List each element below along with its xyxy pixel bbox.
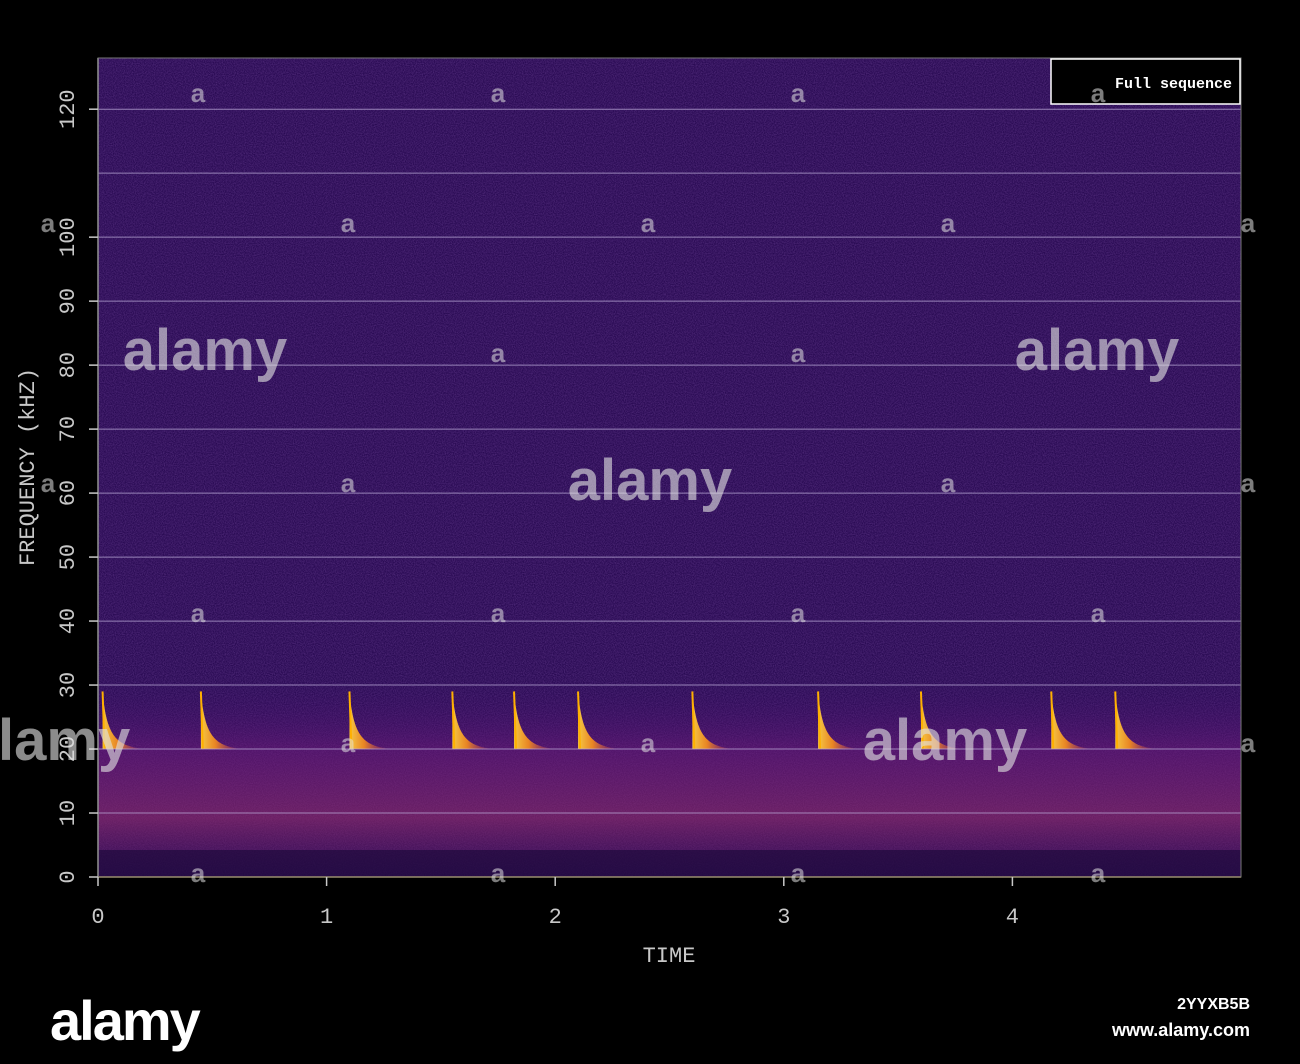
- watermark-mark: a: [41, 468, 56, 498]
- watermark-mark: a: [641, 728, 656, 758]
- watermark-mark: a: [791, 78, 806, 108]
- legend: Full sequence: [1050, 58, 1241, 105]
- watermark-mark: a: [1241, 468, 1256, 498]
- watermark-mark: a: [491, 78, 506, 108]
- watermark-mark: a: [941, 208, 956, 238]
- alamy-logo: alamy: [50, 989, 201, 1052]
- legend-label: Full sequence: [1115, 76, 1232, 93]
- image-id: 2YYXB5B: [1177, 996, 1250, 1013]
- watermark-mark: a: [191, 598, 206, 628]
- watermark-mark: a: [1241, 728, 1256, 758]
- ground-band: [98, 850, 1241, 877]
- x-tick-label: 3: [777, 905, 790, 930]
- watermark-mark: a: [641, 208, 656, 238]
- x-tick-label: 0: [91, 905, 104, 930]
- watermark-text: alamy: [0, 708, 130, 773]
- watermark-mark: a: [491, 598, 506, 628]
- y-tick-label: 30: [56, 672, 81, 698]
- y-tick-label: 0: [56, 870, 81, 883]
- watermark-text: alamy: [123, 318, 287, 383]
- x-axis-title: TIME: [643, 944, 696, 969]
- x-tick-label: 4: [1006, 905, 1019, 930]
- watermark-mark: a: [191, 78, 206, 108]
- watermark-mark: a: [791, 598, 806, 628]
- y-tick-label: 100: [56, 217, 81, 257]
- y-tick-label: 120: [56, 89, 81, 129]
- watermark-mark: a: [491, 858, 506, 888]
- watermark-mark: a: [1241, 208, 1256, 238]
- watermark-mark: a: [491, 338, 506, 368]
- watermark-text: alamy: [1015, 318, 1179, 383]
- y-tick-label: 80: [56, 352, 81, 378]
- low-frequency-band: [98, 680, 1241, 877]
- y-tick-label: 10: [56, 800, 81, 826]
- watermark-mark: a: [41, 208, 56, 238]
- alamy-url: www.alamy.com: [1111, 1020, 1250, 1040]
- spectrogram-figure: 01234 0102030405060708090100120 TIME FRE…: [0, 57, 1256, 969]
- watermark-text: alamy: [863, 708, 1027, 773]
- watermark-mark: a: [341, 208, 356, 238]
- x-ticks: 0 1 2 3 4: [91, 877, 1019, 930]
- y-axis-title: FREQUENCY (kHZ): [16, 368, 41, 566]
- watermark-text: alamy: [568, 448, 732, 513]
- watermark-mark: a: [341, 468, 356, 498]
- watermark-mark: a: [191, 858, 206, 888]
- watermark-mark: a: [791, 858, 806, 888]
- watermark-mark: a: [791, 338, 806, 368]
- watermark-mark: a: [1091, 858, 1106, 888]
- y-tick-label: 70: [56, 416, 81, 442]
- y-tick-label: 50: [56, 544, 81, 570]
- x-tick-label: 1: [320, 905, 333, 930]
- x-tick-label: 2: [549, 905, 562, 930]
- watermark-mark: a: [1091, 598, 1106, 628]
- y-tick-label: 40: [56, 608, 81, 634]
- y-tick-label: 60: [56, 480, 81, 506]
- watermark-mark: a: [341, 728, 356, 758]
- watermark-mark: a: [941, 468, 956, 498]
- watermark-mark: a: [1091, 78, 1106, 108]
- y-tick-label: 90: [56, 288, 81, 314]
